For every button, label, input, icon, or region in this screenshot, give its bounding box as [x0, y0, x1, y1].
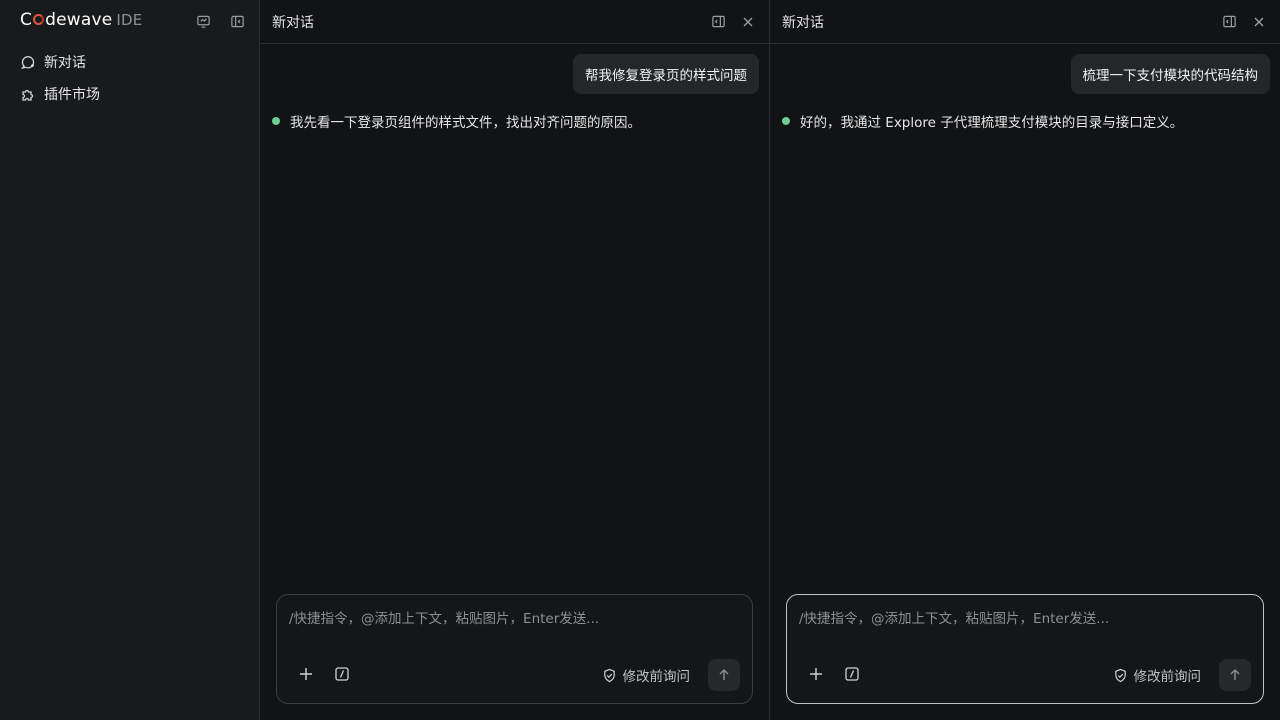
user-message-row: 梳理一下支付模块的代码结构 [770, 44, 1280, 94]
close-icon[interactable] [1250, 13, 1268, 31]
user-message: 梳理一下支付模块的代码结构 [1070, 54, 1270, 94]
send-button[interactable] [1219, 659, 1251, 691]
panel-title: 新对话 [782, 14, 824, 31]
panel-header-actions [709, 13, 757, 31]
ask-mode-label: 修改前询问 [1133, 669, 1202, 685]
ask-before-edit-toggle[interactable]: 修改前询问 [1113, 665, 1202, 685]
composer: 修改前询问 [786, 594, 1264, 704]
close-icon[interactable] [739, 13, 757, 31]
composer-right: 修改前询问 [1113, 659, 1251, 691]
status-dot-icon [782, 117, 790, 125]
composer-tools [807, 665, 861, 683]
chat-panel-1: 新对话 帮我修复登录页的样式问题 我先看一下登录页组件的样式文件，找出对齐问题的… [260, 0, 770, 720]
puzzle-icon [22, 89, 34, 101]
send-button[interactable] [708, 659, 740, 691]
add-icon[interactable] [297, 665, 315, 683]
brand-name: dewave [45, 10, 113, 30]
add-icon[interactable] [807, 665, 825, 683]
ask-mode-label: 修改前询问 [622, 669, 691, 685]
arrow-up-icon [719, 669, 729, 680]
sidebar: C dewave IDE 新对话 插件市场 [0, 0, 260, 720]
user-message: 帮我修复登录页的样式问题 [573, 54, 759, 94]
panel-header: 新对话 [260, 0, 769, 44]
chat-panel-2: 新对话 梳理一下支付模块的代码结构 好的，我通过 Explore 子代理梳理支付… [770, 0, 1280, 720]
brand-first-letter: C [20, 10, 33, 30]
user-message-row: 帮我修复登录页的样式问题 [260, 44, 769, 94]
composer-right: 修改前询问 [602, 659, 740, 691]
sidebar-item-plugin-market[interactable]: 插件市场 [20, 82, 100, 106]
panel-header: 新对话 [770, 0, 1280, 44]
message-input[interactable] [289, 607, 740, 637]
composer-tools [297, 665, 351, 683]
brand-o-icon [33, 14, 45, 25]
assistant-message-row: 好的，我通过 Explore 子代理梳理支付模块的目录与接口定义。 [770, 111, 1280, 131]
ask-before-edit-toggle[interactable]: 修改前询问 [602, 665, 691, 685]
message-input[interactable] [799, 607, 1251, 637]
panel-header-actions [1220, 13, 1268, 31]
slash-command-icon[interactable] [843, 665, 861, 683]
collapse-sidebar-icon[interactable] [228, 12, 246, 30]
split-panel-icon[interactable] [709, 13, 727, 31]
shield-check-icon [603, 668, 615, 682]
brand-suffix: IDE [116, 11, 143, 29]
assistant-message: 好的，我通过 Explore 子代理梳理支付模块的目录与接口定义。 [800, 115, 1184, 131]
sidebar-item-new-chat[interactable]: 新对话 [20, 50, 100, 74]
sidebar-item-label: 插件市场 [44, 87, 100, 103]
sidebar-item-label: 新对话 [44, 55, 86, 71]
assistant-message-row: 我先看一下登录页组件的样式文件，找出对齐问题的原因。 [260, 111, 769, 131]
panel-title: 新对话 [272, 14, 314, 31]
slash-command-icon[interactable] [333, 665, 351, 683]
new-chat-icon [20, 56, 35, 70]
composer: 修改前询问 [276, 594, 753, 704]
sidebar-nav: 新对话 插件市场 [20, 50, 100, 114]
monitor-icon[interactable] [194, 12, 212, 30]
arrow-up-icon [1230, 669, 1240, 680]
split-panel-icon[interactable] [1220, 13, 1238, 31]
sidebar-actions [194, 12, 246, 30]
status-dot-icon [272, 117, 280, 125]
shield-check-icon [1114, 668, 1126, 682]
brand-logo: C dewave IDE [20, 10, 142, 32]
assistant-message: 我先看一下登录页组件的样式文件，找出对齐问题的原因。 [290, 115, 641, 131]
app-root: C dewave IDE 新对话 插件市场 新对话 帮我修复登录页的样式问题 我… [0, 0, 1280, 720]
